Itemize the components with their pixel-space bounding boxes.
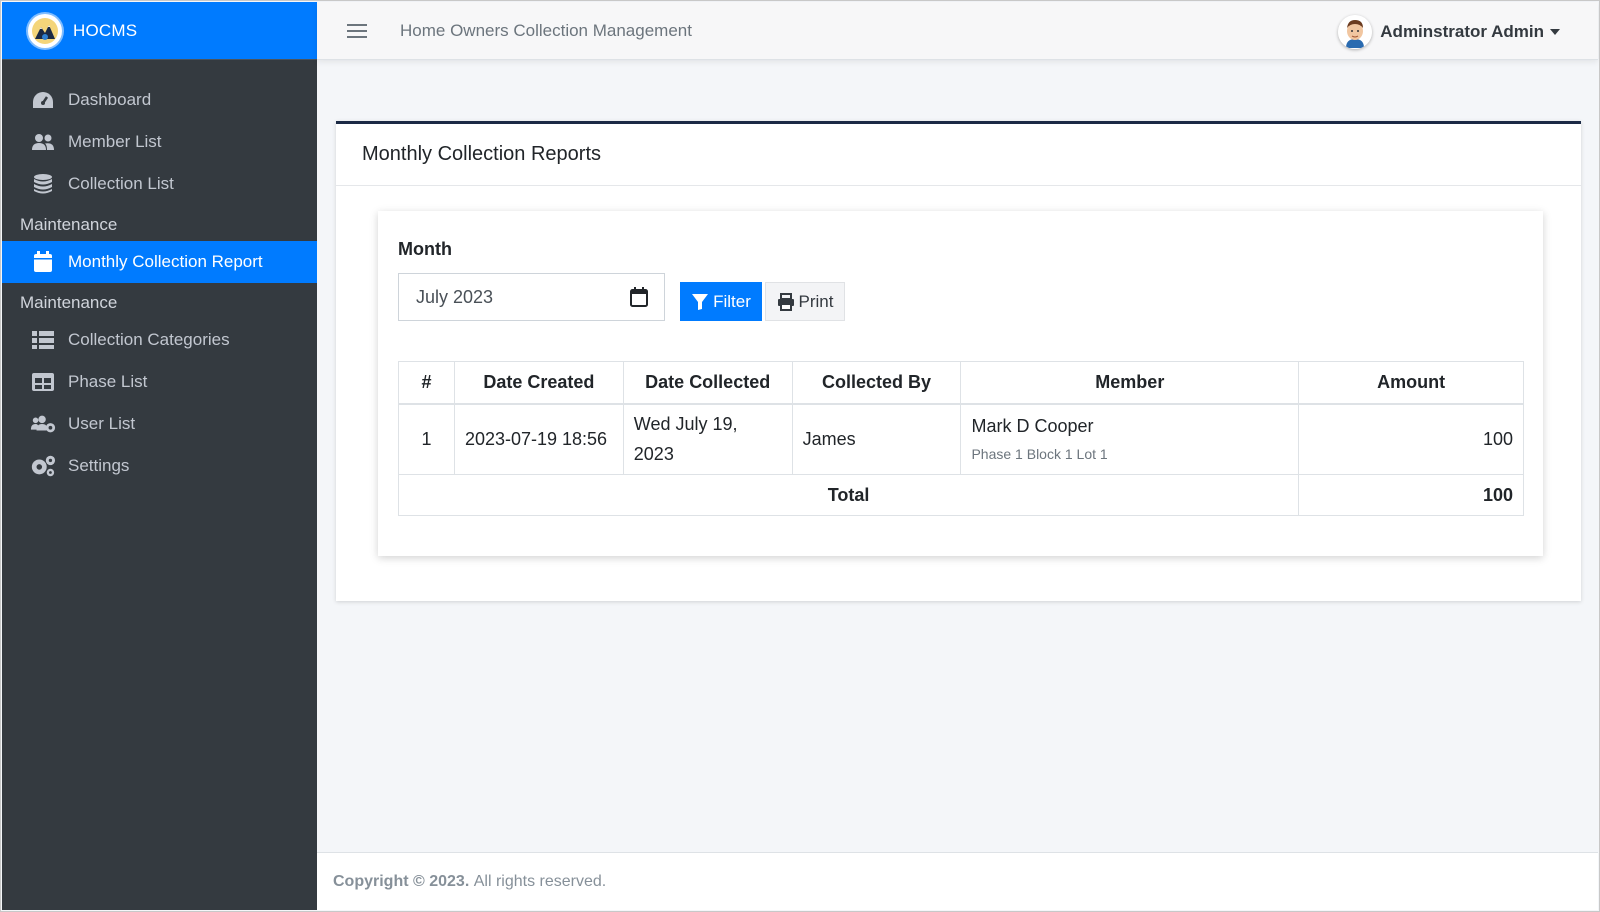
filter-icon — [691, 293, 709, 311]
sidebar-nav: Dashboard Member List Collection List Ma… — [2, 79, 317, 487]
month-label: Month — [398, 239, 452, 259]
sidebar-item-collection-categories[interactable]: Collection Categories — [2, 319, 317, 361]
sidebar-item-label: User List — [68, 414, 136, 433]
total-amount: 100 — [1298, 474, 1524, 516]
caret-down-icon — [1550, 29, 1560, 35]
total-label: Total — [397, 474, 1300, 516]
sidebar-item-label: Member List — [68, 132, 162, 151]
column-header: Date Created — [453, 361, 624, 405]
filter-button-label: Filter — [713, 291, 751, 311]
brand-name: HOCMS — [73, 20, 138, 40]
sidebar: HOCMS Dashboard Member List Collection L… — [2, 2, 317, 910]
top-navbar: Home Owners Collection Management Admins… — [317, 2, 1598, 60]
sidebar-item-label: Dashboard — [68, 90, 152, 109]
column-header: Date Collected — [622, 361, 793, 405]
tachometer-icon — [30, 89, 56, 111]
app-title: Home Owners Collection Management — [400, 20, 692, 40]
sidebar-section-header: Maintenance — [20, 215, 118, 234]
print-button[interactable]: Print — [765, 282, 845, 321]
sidebar-item-label: Collection Categories — [68, 330, 230, 349]
card-title: Monthly Collection Reports — [336, 124, 1581, 186]
date-collected-line: 2023 — [633, 444, 674, 465]
list-icon — [30, 329, 56, 351]
calendar-icon — [30, 251, 56, 273]
member-location: Phase 1 Block 1 Lot 1 — [971, 446, 1108, 463]
print-icon — [777, 292, 795, 311]
sidebar-item-monthly-collection-report[interactable]: Monthly Collection Report — [2, 241, 317, 283]
member-name: Mark D Cooper — [971, 416, 1094, 437]
column-header: Member — [960, 361, 1300, 405]
brand-logo-icon — [28, 13, 62, 48]
sidebar-item-settings[interactable]: Settings — [2, 445, 317, 487]
cell-number: 1 — [398, 403, 455, 475]
user-name: Adminstrator Admin — [1380, 22, 1544, 41]
collection-report-table: # Date Created Date Collected Collected … — [397, 361, 1524, 516]
sidebar-item-member-list[interactable]: Member List — [2, 121, 317, 163]
users-icon — [30, 131, 56, 153]
print-button-label: Print — [798, 291, 834, 311]
sidebar-section-header: Maintenance — [20, 293, 118, 312]
sidebar-item-label: Settings — [68, 456, 130, 475]
column-header: Amount — [1298, 361, 1524, 405]
report-card: Monthly Collection Reports Month July 20… — [336, 121, 1581, 601]
report-panel: Month July 2023 Filter Print # Date Crea… — [378, 211, 1543, 556]
filter-button[interactable]: Filter — [680, 282, 762, 321]
table-header-row: # Date Created Date Collected Collected … — [398, 361, 1524, 405]
cogs-icon — [30, 455, 56, 477]
date-collected-line: Wed July 19, — [633, 414, 738, 435]
column-header: Collected By — [791, 361, 962, 405]
sidebar-item-label: Monthly Collection Report — [68, 252, 263, 271]
brand-link[interactable]: HOCMS — [2, 2, 317, 60]
menu-toggle-icon[interactable] — [347, 20, 367, 42]
cell-member: Mark D Cooper Phase 1 Block 1 Lot 1 — [960, 403, 1300, 475]
table-icon — [30, 371, 56, 393]
calendar-picker-icon[interactable] — [630, 287, 648, 312]
coins-icon — [30, 173, 56, 195]
sidebar-item-phase-list[interactable]: Phase List — [2, 361, 317, 403]
sidebar-item-label: Phase List — [68, 372, 148, 391]
cell-collected-by: James — [791, 403, 962, 475]
sidebar-item-label: Collection List — [68, 174, 174, 193]
cell-amount: 100 — [1298, 403, 1524, 475]
cell-date-created: 2023-07-19 18:56 — [453, 403, 624, 475]
footer: Copyright © 2023. All rights reserved. — [317, 852, 1598, 910]
table-row: 1 2023-07-19 18:56 Wed July 19, 2023 Jam… — [398, 403, 1524, 475]
avatar — [1338, 15, 1373, 49]
total-row: Total 100 — [397, 474, 1524, 516]
sidebar-item-collection-list[interactable]: Collection List — [2, 163, 317, 205]
sidebar-item-user-list[interactable]: User List — [2, 403, 317, 445]
month-input-value: July 2023 — [416, 286, 494, 307]
column-header: # — [398, 361, 455, 405]
cell-date-collected: Wed July 19, 2023 — [622, 403, 793, 475]
user-dropdown[interactable]: Adminstrator Admin — [1338, 15, 1560, 49]
users-cog-icon — [30, 413, 56, 435]
sidebar-item-dashboard[interactable]: Dashboard — [2, 79, 317, 121]
month-input[interactable]: July 2023 — [398, 273, 665, 321]
rights-text: All rights reserved. — [473, 872, 607, 890]
copyright-text: Copyright © 2023. — [333, 872, 470, 890]
